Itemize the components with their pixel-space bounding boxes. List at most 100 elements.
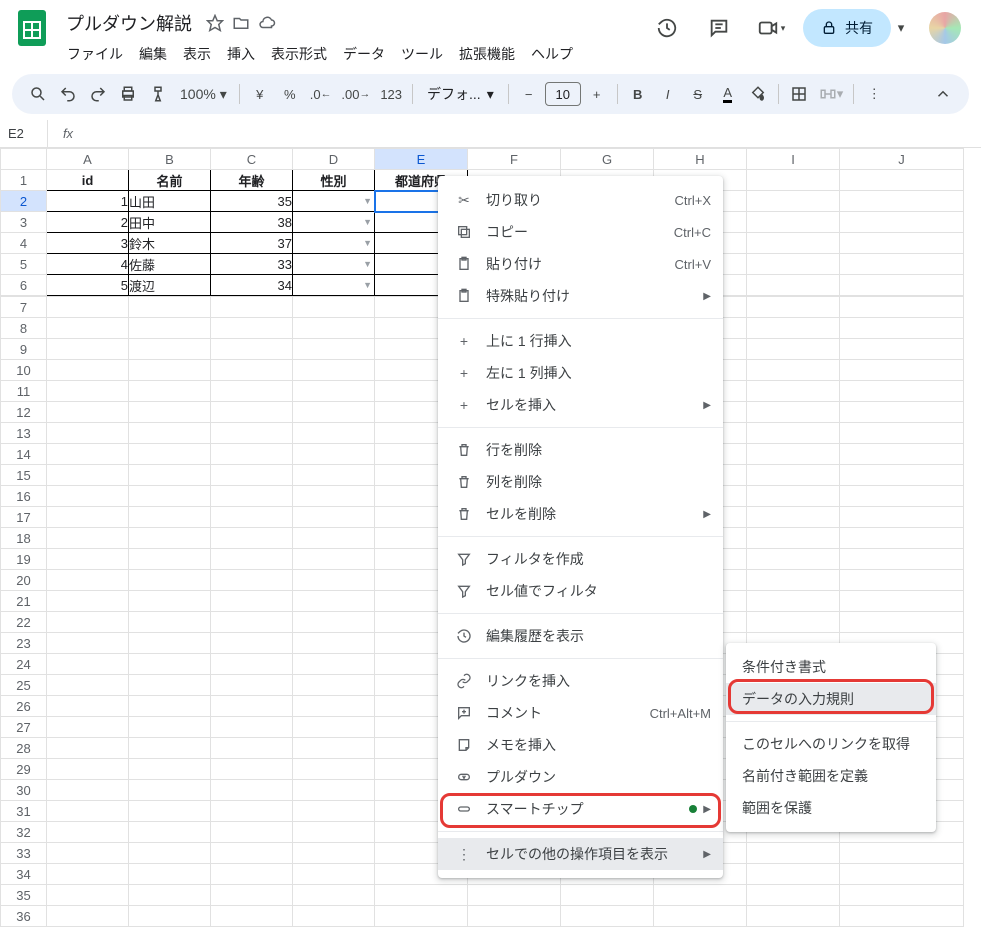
menu-help[interactable]: ヘルプ bbox=[524, 40, 580, 68]
row-header[interactable]: 1 bbox=[1, 170, 47, 191]
cell[interactable] bbox=[47, 423, 129, 444]
paint-format-icon[interactable] bbox=[144, 80, 172, 108]
ctx-insert-col[interactable]: +左に 1 列挿入 bbox=[438, 357, 723, 389]
cell[interactable] bbox=[211, 297, 293, 318]
cell[interactable]: 渡辺 bbox=[129, 275, 211, 296]
fill-color-icon[interactable] bbox=[744, 80, 772, 108]
ctx-delete-row[interactable]: 行を削除 bbox=[438, 434, 723, 466]
row-header[interactable]: 22 bbox=[1, 612, 47, 633]
row-header[interactable]: 21 bbox=[1, 591, 47, 612]
search-icon[interactable] bbox=[24, 80, 52, 108]
cell[interactable] bbox=[293, 717, 375, 738]
cell[interactable]: ▼ bbox=[293, 275, 375, 296]
cell[interactable] bbox=[293, 864, 375, 885]
cell[interactable] bbox=[840, 339, 964, 360]
name-box[interactable]: E2 bbox=[0, 120, 48, 147]
cell[interactable] bbox=[211, 738, 293, 759]
cell[interactable] bbox=[840, 612, 964, 633]
col-header[interactable]: E bbox=[375, 149, 468, 170]
cell[interactable] bbox=[211, 339, 293, 360]
cell[interactable] bbox=[293, 801, 375, 822]
ctx-comment[interactable]: コメントCtrl+Alt+M bbox=[438, 697, 723, 729]
cell[interactable] bbox=[211, 612, 293, 633]
sub-data-validation[interactable]: データの入力規則 bbox=[726, 683, 936, 715]
cell[interactable] bbox=[211, 444, 293, 465]
cell[interactable] bbox=[747, 360, 840, 381]
cell[interactable] bbox=[747, 381, 840, 402]
cell[interactable] bbox=[129, 570, 211, 591]
cell[interactable] bbox=[129, 906, 211, 927]
cell[interactable] bbox=[47, 654, 129, 675]
cell[interactable] bbox=[747, 843, 840, 864]
cell[interactable] bbox=[47, 717, 129, 738]
cell[interactable] bbox=[747, 318, 840, 339]
cell[interactable]: ▼ bbox=[293, 254, 375, 275]
italic-icon[interactable]: I bbox=[654, 80, 682, 108]
cell[interactable] bbox=[211, 780, 293, 801]
cell[interactable] bbox=[129, 738, 211, 759]
cell[interactable] bbox=[129, 381, 211, 402]
cell[interactable] bbox=[840, 402, 964, 423]
cell[interactable] bbox=[47, 507, 129, 528]
row-header[interactable]: 23 bbox=[1, 633, 47, 654]
share-dropdown[interactable]: ▾ bbox=[891, 20, 911, 36]
row-header[interactable]: 27 bbox=[1, 717, 47, 738]
row-header[interactable]: 30 bbox=[1, 780, 47, 801]
cell[interactable] bbox=[747, 297, 840, 318]
cell[interactable] bbox=[47, 528, 129, 549]
col-header[interactable]: D bbox=[293, 149, 375, 170]
collapse-toolbar-icon[interactable] bbox=[929, 80, 957, 108]
cell[interactable] bbox=[211, 549, 293, 570]
bold-icon[interactable]: B bbox=[624, 80, 652, 108]
cell[interactable] bbox=[293, 759, 375, 780]
cell[interactable] bbox=[561, 906, 654, 927]
cell[interactable] bbox=[211, 318, 293, 339]
cell[interactable] bbox=[47, 297, 129, 318]
cell[interactable] bbox=[293, 444, 375, 465]
cell[interactable] bbox=[129, 801, 211, 822]
row-header[interactable]: 26 bbox=[1, 696, 47, 717]
ctx-paste-special[interactable]: 特殊貼り付け▶ bbox=[438, 280, 723, 312]
cell[interactable] bbox=[129, 402, 211, 423]
cell[interactable] bbox=[211, 465, 293, 486]
cell[interactable] bbox=[47, 381, 129, 402]
cell[interactable] bbox=[211, 507, 293, 528]
ctx-insert-cells[interactable]: +セルを挿入▶ bbox=[438, 389, 723, 421]
cell[interactable] bbox=[840, 444, 964, 465]
cell[interactable] bbox=[747, 549, 840, 570]
cell[interactable] bbox=[47, 843, 129, 864]
cell[interactable] bbox=[293, 528, 375, 549]
dropdown-arrow-icon[interactable]: ▼ bbox=[363, 217, 372, 227]
cell[interactable]: 山田 bbox=[129, 191, 211, 212]
cell[interactable]: 田中 bbox=[129, 212, 211, 233]
cell[interactable]: 1 bbox=[47, 191, 129, 212]
cell[interactable] bbox=[747, 906, 840, 927]
cell[interactable] bbox=[293, 612, 375, 633]
cell[interactable] bbox=[747, 444, 840, 465]
row-header[interactable]: 4 bbox=[1, 233, 47, 254]
borders-icon[interactable] bbox=[785, 80, 813, 108]
menu-tools[interactable]: ツール bbox=[394, 40, 450, 68]
cell[interactable] bbox=[47, 696, 129, 717]
cell[interactable] bbox=[47, 759, 129, 780]
cell[interactable] bbox=[47, 318, 129, 339]
cell[interactable] bbox=[129, 423, 211, 444]
cell[interactable] bbox=[840, 170, 964, 191]
cell[interactable] bbox=[47, 549, 129, 570]
cell[interactable] bbox=[129, 444, 211, 465]
more-toolbar-icon[interactable]: ⋮ bbox=[860, 80, 888, 108]
row-header[interactable]: 12 bbox=[1, 402, 47, 423]
row-header[interactable]: 20 bbox=[1, 570, 47, 591]
cell[interactable] bbox=[129, 717, 211, 738]
cell[interactable] bbox=[211, 696, 293, 717]
cell[interactable] bbox=[47, 444, 129, 465]
cell[interactable]: 34 bbox=[211, 275, 293, 296]
cell[interactable] bbox=[840, 465, 964, 486]
menu-data[interactable]: データ bbox=[336, 40, 392, 68]
cell[interactable] bbox=[211, 822, 293, 843]
cell[interactable] bbox=[747, 233, 840, 254]
print-icon[interactable] bbox=[114, 80, 142, 108]
row-header[interactable]: 35 bbox=[1, 885, 47, 906]
sub-define-named-range[interactable]: 名前付き範囲を定義 bbox=[726, 760, 936, 792]
cell[interactable] bbox=[47, 780, 129, 801]
